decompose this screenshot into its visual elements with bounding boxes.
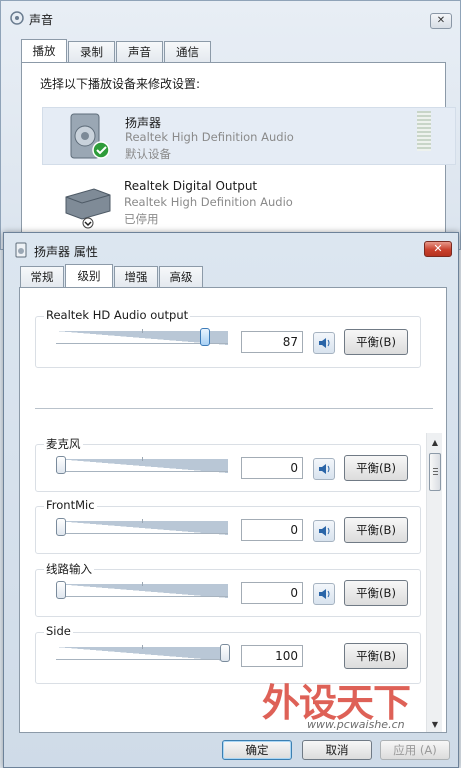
digital-output-device-icon	[65, 188, 111, 229]
watermark: 外设天下 www.pcwaishe.cn	[262, 672, 452, 732]
volume-value[interactable]: 0	[241, 582, 303, 604]
slider-thumb[interactable]	[56, 518, 66, 536]
device-name: 扬声器	[125, 116, 162, 130]
mute-button[interactable]	[313, 332, 335, 354]
tab-enhancements[interactable]: 增强	[114, 266, 158, 288]
speaker-device-icon	[70, 113, 110, 159]
level-meter	[417, 111, 431, 151]
speaker-mute-icon	[319, 589, 330, 599]
tab-recording[interactable]: 录制	[68, 41, 115, 63]
channel-group-frontmic: FrontMic 0 平衡(B)	[35, 498, 421, 554]
levels-panel: Realtek HD Audio output 87 平衡(B) 麦克风 0 平…	[19, 287, 447, 733]
default-check-icon	[92, 141, 110, 159]
device-prompt: 选择以下播放设备来修改设置:	[40, 77, 201, 91]
window-title: 声音	[29, 13, 54, 27]
volume-value[interactable]: 100	[241, 645, 303, 667]
group-label: Side	[44, 624, 73, 638]
speaker-mute-icon	[319, 526, 330, 536]
channel-group-mic: 麦克风 0 平衡(B)	[35, 436, 421, 492]
tab-sounds[interactable]: 声音	[116, 41, 163, 63]
volume-slider[interactable]	[56, 518, 228, 536]
channel-group-line-in: 线路输入 0 平衡(B)	[35, 561, 421, 617]
device-driver: Realtek High Definition Audio	[125, 130, 294, 144]
speaker-mute-icon	[319, 464, 330, 474]
device-name: Realtek Digital Output	[124, 179, 258, 193]
balance-button[interactable]: 平衡(B)	[344, 643, 408, 669]
volume-value[interactable]: 0	[241, 519, 303, 541]
sound-icon	[10, 11, 24, 25]
device-item-speakers[interactable]: 扬声器 Realtek High Definition Audio 默认设备	[42, 107, 456, 165]
device-status: 默认设备	[125, 147, 171, 161]
close-button[interactable]: ✕	[430, 13, 452, 29]
tab-general[interactable]: 常规	[20, 266, 64, 288]
mute-button[interactable]	[313, 520, 335, 542]
volume-value[interactable]: 0	[241, 457, 303, 479]
window-title: 扬声器 属性	[34, 245, 98, 259]
balance-button[interactable]: 平衡(B)	[344, 329, 408, 355]
tab-advanced[interactable]: 高级	[159, 266, 203, 288]
scroll-up-icon[interactable]: ▲	[427, 435, 443, 451]
tab-playback[interactable]: 播放	[21, 39, 67, 63]
balance-button[interactable]: 平衡(B)	[344, 455, 408, 481]
volume-slider[interactable]	[56, 328, 228, 346]
volume-slider[interactable]	[56, 644, 230, 662]
cancel-button[interactable]: 取消	[302, 740, 372, 760]
apply-button[interactable]: 应用 (A)	[380, 740, 450, 760]
close-button[interactable]: ✕	[424, 241, 452, 257]
mute-button[interactable]	[313, 583, 335, 605]
volume-value[interactable]: 87	[241, 331, 303, 353]
ok-button[interactable]: 确定	[222, 740, 292, 760]
slider-thumb[interactable]	[220, 644, 230, 662]
scroll-thumb[interactable]	[429, 453, 441, 491]
properties-icon	[15, 242, 27, 258]
master-volume-group: Realtek HD Audio output 87 平衡(B)	[35, 308, 421, 368]
tab-levels[interactable]: 级别	[65, 264, 113, 288]
group-label: Realtek HD Audio output	[44, 308, 191, 322]
speaker-mute-icon	[319, 338, 330, 348]
balance-button[interactable]: 平衡(B)	[344, 517, 408, 543]
group-label: 线路输入	[44, 561, 94, 577]
slider-thumb[interactable]	[56, 581, 66, 599]
volume-slider[interactable]	[56, 456, 228, 474]
volume-slider[interactable]	[56, 581, 228, 599]
device-driver: Realtek High Definition Audio	[124, 195, 293, 209]
mute-button[interactable]	[313, 458, 335, 480]
slider-thumb[interactable]	[200, 328, 210, 346]
watermark-url: www.pcwaishe.cn	[307, 718, 405, 731]
playback-panel: 选择以下播放设备来修改设置: 扬声器 Realtek High Definiti…	[21, 62, 456, 251]
balance-button[interactable]: 平衡(B)	[344, 580, 408, 606]
group-label: 麦克风	[44, 436, 83, 452]
group-label: FrontMic	[44, 498, 97, 512]
device-item-digital-output[interactable]: Realtek Digital Output Realtek High Defi…	[42, 173, 456, 231]
slider-thumb[interactable]	[56, 456, 66, 474]
tab-communications[interactable]: 通信	[164, 41, 211, 63]
sound-window: 声音 ✕ 播放 录制 声音 通信 选择以下播放设备来修改设置: 扬声器 Real…	[0, 0, 461, 251]
device-status: 已停用	[124, 212, 159, 226]
divider	[35, 408, 433, 409]
